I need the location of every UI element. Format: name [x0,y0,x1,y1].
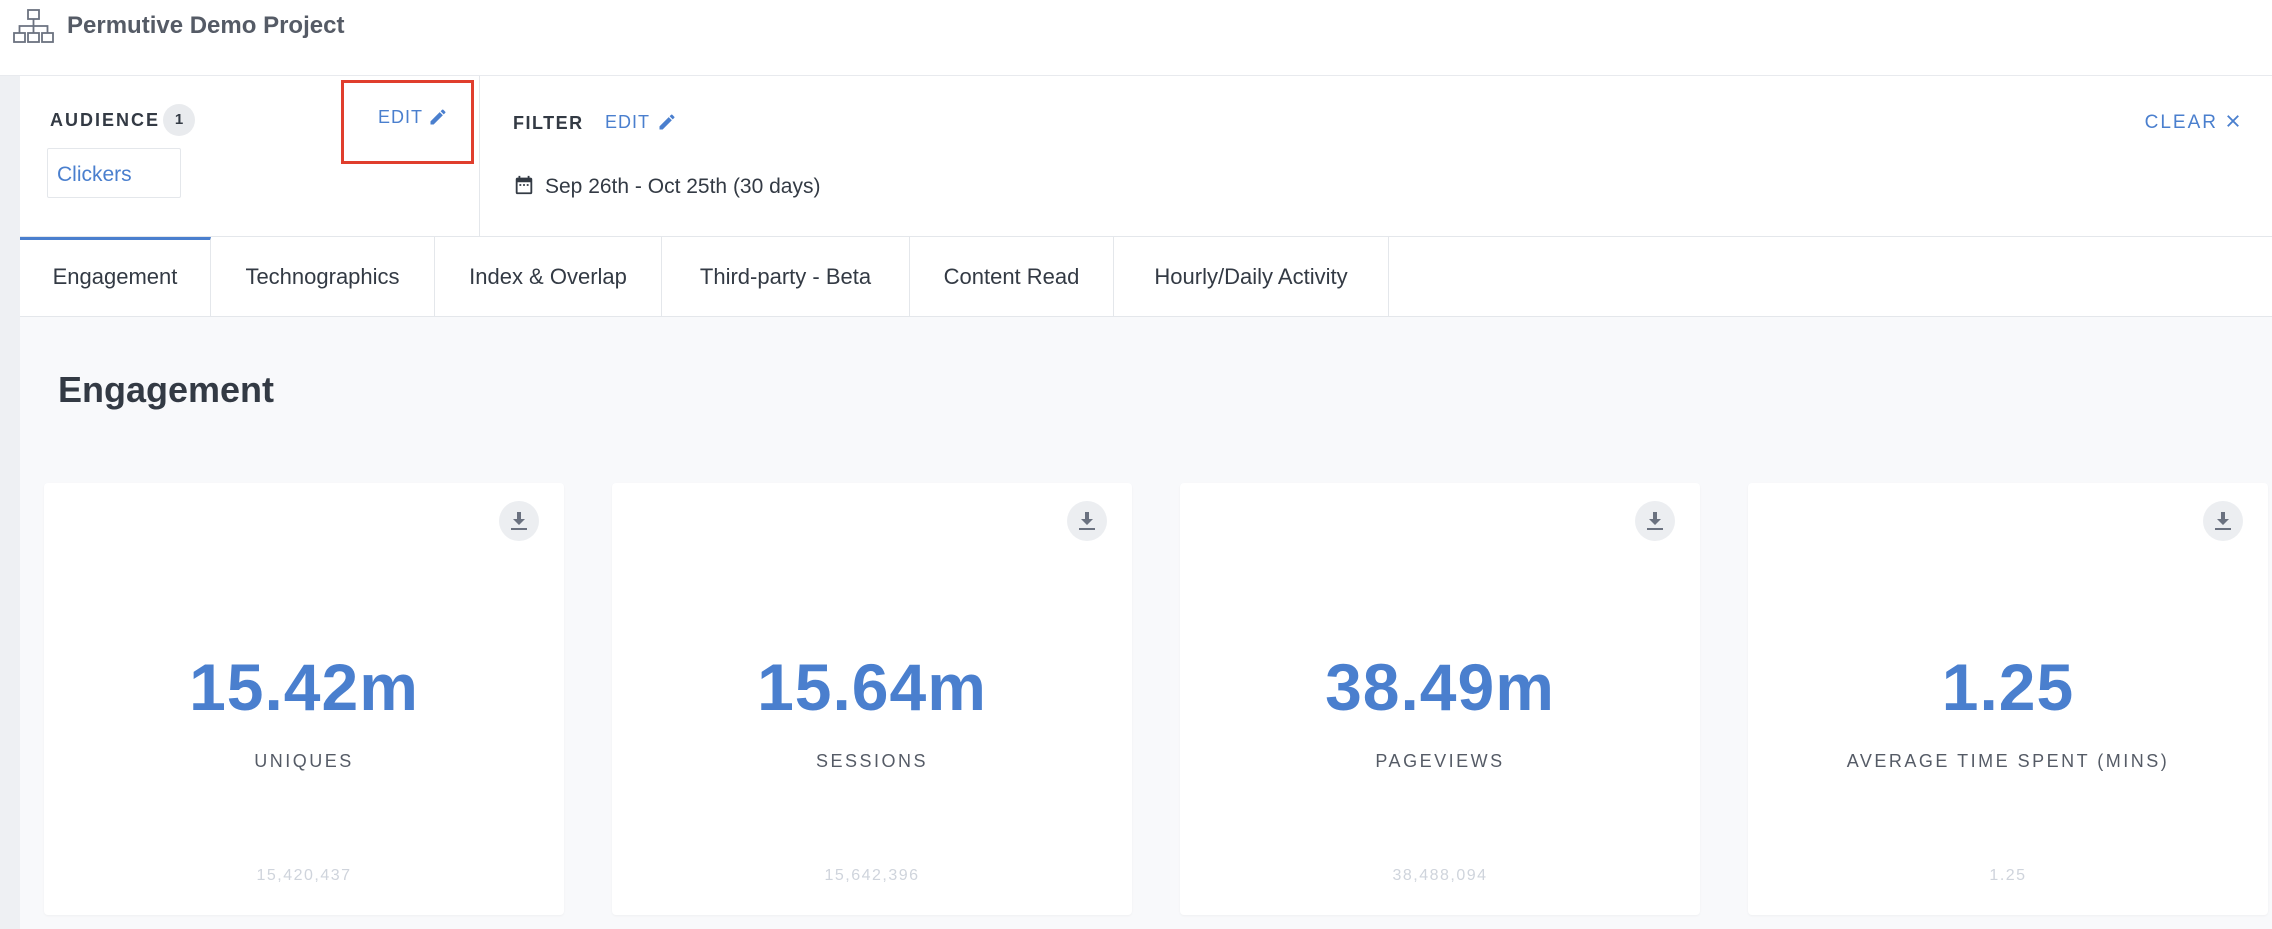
metric-value: 38.49m [1325,650,1555,724]
pencil-icon [430,109,446,125]
download-button[interactable] [2203,501,2243,541]
download-icon [1647,512,1663,530]
metric-value: 1.25 [1941,650,2075,724]
download-button[interactable] [1635,501,1675,541]
audience-panel: AUDIENCE 1 Clickers EDIT [20,76,480,237]
metric-label: SESSIONS [815,751,929,771]
metric-card-uniques: 15.42m UNIQUES 15,420,437 [44,483,564,915]
filter-label: FILTER [513,113,584,133]
filter-edit-label: EDIT [605,112,651,132]
project-title[interactable]: Permutive Demo Project [67,12,344,40]
clear-button[interactable]: CLEAR [2145,112,2242,134]
download-icon [2215,512,2231,530]
main-content: Engagement 15.42m UNIQUES 15,420,437 15.… [20,317,2272,929]
tab-index-overlap[interactable]: Index & Overlap [435,237,662,316]
metric-card-average-time-spent: 1.25 AVERAGE TIME SPENT (MINS) 1.25 [1748,483,2268,915]
audience-edit-label: EDIT [378,107,424,127]
tab-content-read[interactable]: Content Read [910,237,1114,316]
close-icon [2227,115,2239,127]
metric-value: 15.42m [189,650,419,724]
tab-third-party-beta[interactable]: Third-party - Beta [662,237,910,316]
tab-hourly-daily-activity[interactable]: Hourly/Daily Activity [1114,237,1389,316]
clear-label: CLEAR [2144,112,2218,133]
metric-exact-value: 15,642,396 [824,867,920,884]
tab-technographics[interactable]: Technographics [211,237,435,316]
metric-value: 15.64m [757,650,987,724]
download-button[interactable] [1067,501,1107,541]
metric-card-sessions: 15.64m SESSIONS 15,642,396 [612,483,1132,915]
metric-label: AVERAGE TIME SPENT (MINS) [1846,751,2170,771]
filter-edit-button[interactable]: EDIT [605,112,675,133]
download-icon [1079,512,1095,530]
metric-exact-value: 15,420,437 [256,867,352,884]
tab-bar: Engagement Technographics Index & Overla… [20,237,2272,317]
metric-card-pageviews: 38.49m PAGEVIEWS 38,488,094 [1180,483,1700,915]
metric-exact-value: 38,488,094 [1392,867,1488,884]
metric-label: PAGEVIEWS [1375,751,1505,771]
section-title: Engagement [58,369,275,410]
download-icon [511,512,527,530]
left-strip [0,76,20,929]
audience-edit-button[interactable]: EDIT [378,107,446,128]
calendar-icon [515,175,533,195]
audience-chip[interactable]: Clickers [47,148,181,198]
org-chart-icon [13,9,54,43]
pencil-icon [659,114,675,130]
date-range[interactable]: Sep 26th - Oct 25th (30 days) [513,174,820,199]
top-bar: Permutive Demo Project [0,0,2272,76]
metric-label: UNIQUES [254,751,354,771]
tab-engagement[interactable]: Engagement [20,237,211,316]
controls-bar: AUDIENCE 1 Clickers EDIT FILTER EDIT Sep… [20,76,2272,237]
date-range-text: Sep 26th - Oct 25th (30 days) [545,175,821,198]
metric-exact-value: 1.25 [1989,867,2027,884]
audience-count-badge: 1 [163,104,195,136]
download-button[interactable] [499,501,539,541]
audience-label: AUDIENCE [50,110,161,130]
